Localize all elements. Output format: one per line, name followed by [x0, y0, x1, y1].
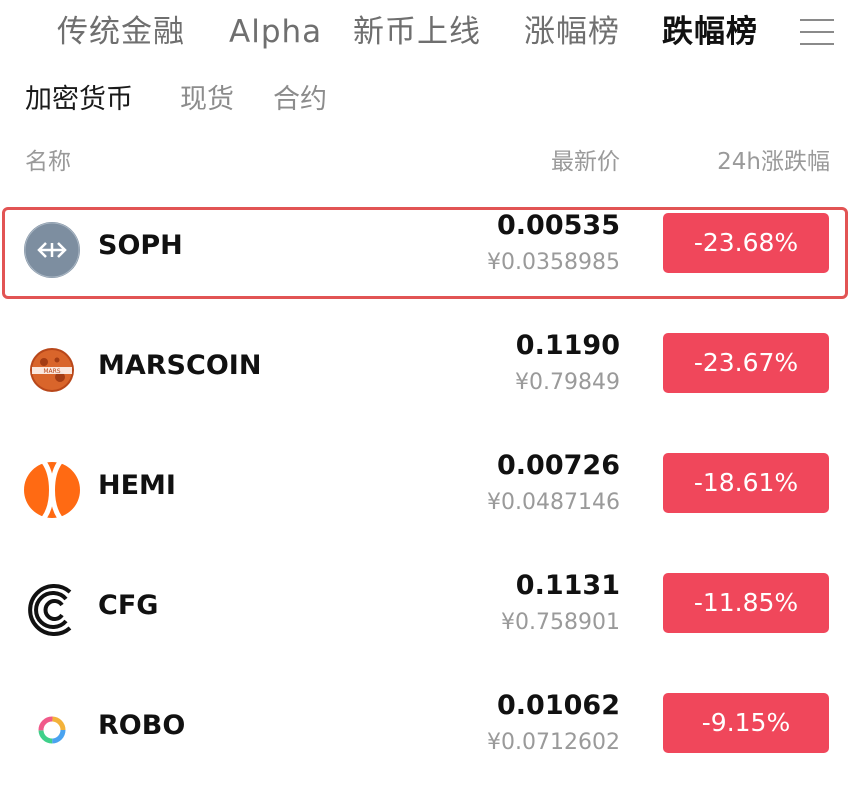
- robo-coin-icon: [38, 716, 66, 744]
- change-badge[interactable]: -18.61%: [663, 453, 829, 513]
- tab-traditional-finance[interactable]: 传统金融: [57, 12, 185, 52]
- coin-symbol: ROBO: [98, 710, 186, 741]
- table-row[interactable]: MARS MARSCOIN 0.1190 ¥0.79849 -23.67%: [0, 318, 852, 428]
- coin-price: 0.1190: [515, 330, 620, 361]
- coin-price-cny: ¥0.0712602: [487, 730, 620, 755]
- marscoin-coin-icon: MARS: [30, 348, 74, 392]
- column-header-change[interactable]: 24h涨跌幅: [717, 146, 830, 178]
- tab-new-listings[interactable]: 新币上线: [353, 12, 481, 52]
- table-row[interactable]: CFG 0.1131 ¥0.758901 -11.85%: [0, 558, 852, 668]
- change-badge[interactable]: -11.85%: [663, 573, 829, 633]
- coin-price: 0.1131: [515, 570, 620, 601]
- coin-price-cny: ¥0.0358985: [487, 250, 620, 275]
- coin-price-cny: ¥0.79849: [515, 370, 620, 395]
- column-header-name[interactable]: 名称: [25, 146, 71, 178]
- tab-gainers[interactable]: 涨幅榜: [524, 12, 620, 52]
- coin-price-cny: ¥0.758901: [501, 610, 620, 635]
- coin-price: 0.01062: [497, 690, 620, 721]
- soph-coin-icon: [24, 222, 80, 278]
- coin-symbol: CFG: [98, 590, 159, 621]
- svg-text:MARS: MARS: [43, 368, 60, 375]
- subtab-futures[interactable]: 合约: [273, 82, 327, 118]
- top-tab-bar: 传统金融 Alpha 新币上线 涨幅榜 跌幅榜: [0, 0, 852, 66]
- table-row[interactable]: ROBO 0.01062 ¥0.0712602 -9.15%: [0, 678, 852, 788]
- coin-symbol: SOPH: [98, 230, 183, 261]
- column-header-price[interactable]: 最新价: [551, 146, 620, 178]
- table-row[interactable]: HEMI 0.00726 ¥0.0487146 -18.61%: [0, 438, 852, 548]
- change-badge[interactable]: -23.68%: [663, 213, 829, 273]
- change-badge[interactable]: -23.67%: [663, 333, 829, 393]
- coin-price: 0.00535: [497, 210, 620, 241]
- menu-icon[interactable]: [800, 17, 834, 47]
- change-badge[interactable]: -9.15%: [663, 693, 829, 753]
- subtab-spot[interactable]: 现货: [180, 82, 234, 118]
- subtab-crypto[interactable]: 加密货币: [25, 82, 133, 118]
- tab-losers[interactable]: 跌幅榜: [662, 12, 758, 52]
- table-row[interactable]: SOPH 0.00535 ¥0.0358985 -23.68%: [0, 198, 852, 308]
- tab-alpha[interactable]: Alpha: [229, 12, 322, 52]
- coin-price: 0.00726: [497, 450, 620, 481]
- coin-symbol: HEMI: [98, 470, 176, 501]
- hemi-coin-icon: [24, 462, 80, 518]
- coin-price-cny: ¥0.0487146: [487, 490, 620, 515]
- cfg-coin-icon: [28, 584, 72, 636]
- coin-symbol: MARSCOIN: [98, 350, 262, 381]
